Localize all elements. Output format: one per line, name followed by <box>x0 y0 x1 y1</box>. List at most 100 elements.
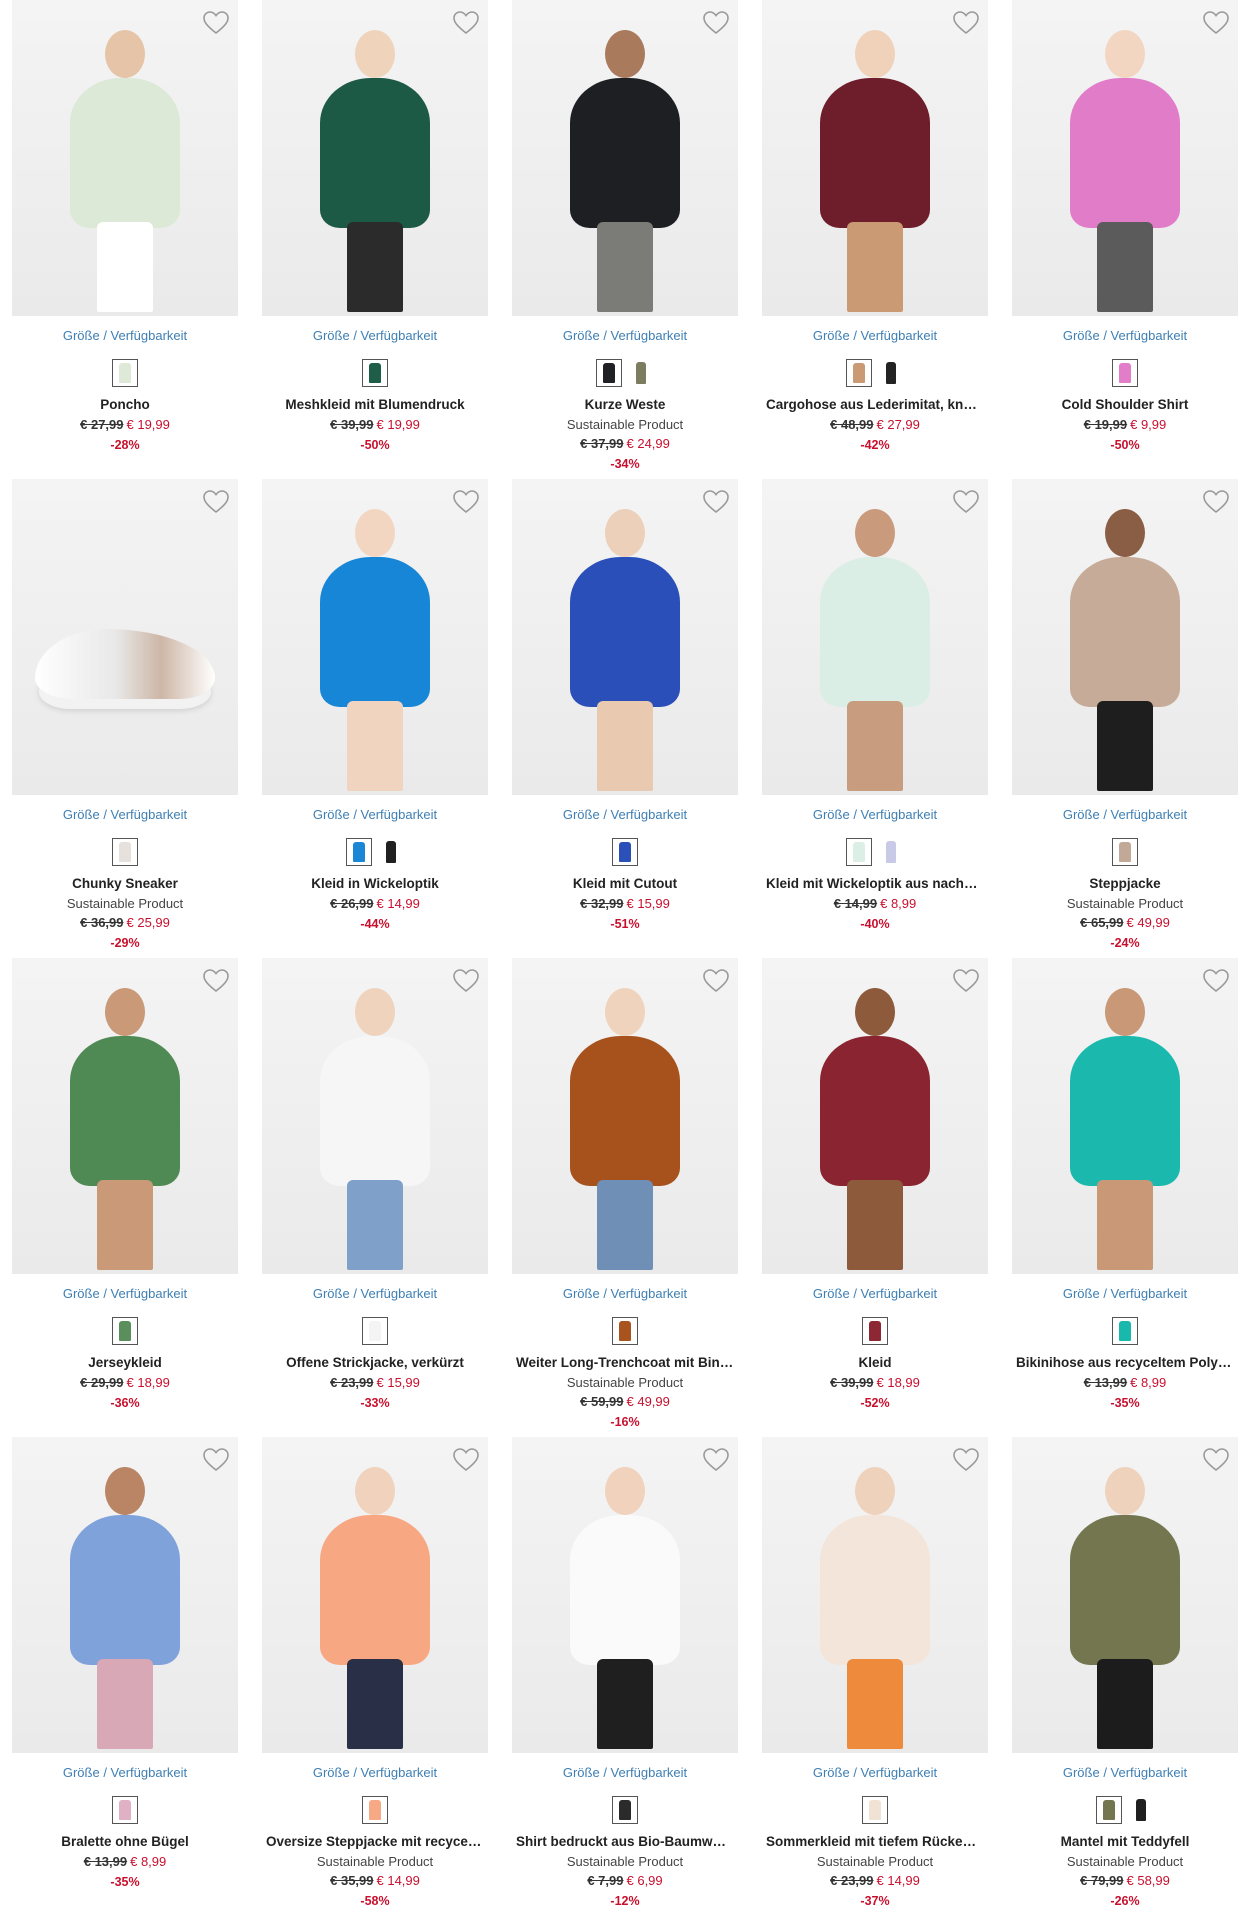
product-tile-16[interactable]: Größe / Verfügbarkeit Bralette ohne Büge… <box>12 1437 238 1916</box>
wishlist-heart-icon[interactable] <box>200 1445 232 1475</box>
product-image[interactable] <box>262 479 488 795</box>
wishlist-heart-icon[interactable] <box>1200 966 1232 996</box>
product-name[interactable]: Oversize Steppjacke mit recyceltem Polye… <box>262 1832 488 1852</box>
wishlist-heart-icon[interactable] <box>700 487 732 517</box>
product-name[interactable]: Steppjacke <box>1012 874 1238 894</box>
color-swatch[interactable] <box>862 1796 888 1824</box>
wishlist-heart-icon[interactable] <box>700 8 732 38</box>
size-availability-link[interactable]: Größe / Verfügbarkeit <box>1012 328 1238 344</box>
wishlist-heart-icon[interactable] <box>200 8 232 38</box>
product-name[interactable]: Bralette ohne Bügel <box>12 1832 238 1852</box>
size-availability-link[interactable]: Größe / Verfügbarkeit <box>512 1765 738 1781</box>
product-name[interactable]: Meshkleid mit Blumendruck <box>262 395 488 415</box>
product-name[interactable]: Sommerkleid mit tiefem Rückenausschnitt <box>762 1832 988 1852</box>
product-tile-9[interactable]: Größe / Verfügbarkeit Kleid mit Wickelop… <box>762 479 988 958</box>
color-swatch[interactable] <box>112 1796 138 1824</box>
product-tile-15[interactable]: Größe / Verfügbarkeit Bikinihose aus rec… <box>1012 958 1238 1437</box>
wishlist-heart-icon[interactable] <box>450 966 482 996</box>
product-tile-1[interactable]: Größe / Verfügbarkeit Poncho € 27,99 € 19… <box>12 0 238 479</box>
wishlist-heart-icon[interactable] <box>200 966 232 996</box>
color-swatch[interactable] <box>612 1317 638 1345</box>
color-swatch[interactable] <box>612 838 638 866</box>
product-tile-18[interactable]: Größe / Verfügbarkeit Shirt bedruckt aus… <box>512 1437 738 1916</box>
product-name[interactable]: Weiter Long-Trenchcoat mit Bindeband <box>512 1353 738 1373</box>
product-name[interactable]: Kleid in Wickeloptik <box>262 874 488 894</box>
product-name[interactable]: Poncho <box>12 395 238 415</box>
product-image[interactable] <box>512 958 738 1274</box>
wishlist-heart-icon[interactable] <box>950 1445 982 1475</box>
product-tile-6[interactable]: Größe / Verfügbarkeit Chunky Sneaker Sus… <box>12 479 238 958</box>
color-swatch[interactable] <box>1112 838 1138 866</box>
product-image[interactable] <box>762 479 988 795</box>
product-tile-13[interactable]: Größe / Verfügbarkeit Weiter Long-Trench… <box>512 958 738 1437</box>
wishlist-heart-icon[interactable] <box>700 966 732 996</box>
product-name[interactable]: Cold Shoulder Shirt <box>1012 395 1238 415</box>
product-image[interactable] <box>762 0 988 316</box>
product-image[interactable] <box>12 0 238 316</box>
color-swatch[interactable] <box>346 838 372 866</box>
color-swatch[interactable] <box>112 838 138 866</box>
color-swatch[interactable] <box>1112 1317 1138 1345</box>
color-swatch[interactable] <box>378 838 404 866</box>
product-tile-4[interactable]: Größe / Verfügbarkeit Cargohose aus Lede… <box>762 0 988 479</box>
color-swatch[interactable] <box>862 1317 888 1345</box>
product-tile-2[interactable]: Größe / Verfügbarkeit Meshkleid mit Blum… <box>262 0 488 479</box>
color-swatch[interactable] <box>1096 1796 1122 1824</box>
size-availability-link[interactable]: Größe / Verfügbarkeit <box>262 328 488 344</box>
size-availability-link[interactable]: Größe / Verfügbarkeit <box>762 328 988 344</box>
product-tile-3[interactable]: Größe / Verfügbarkeit Kurze Weste Sustai… <box>512 0 738 479</box>
product-name[interactable]: Bikinihose aus recyceltem Polyamid <box>1012 1353 1238 1373</box>
color-swatch[interactable] <box>596 359 622 387</box>
color-swatch[interactable] <box>878 838 904 866</box>
wishlist-heart-icon[interactable] <box>450 487 482 517</box>
size-availability-link[interactable]: Größe / Verfügbarkeit <box>512 328 738 344</box>
size-availability-link[interactable]: Größe / Verfügbarkeit <box>262 807 488 823</box>
product-name[interactable]: Shirt bedruckt aus Bio-Baumwolle <box>512 1832 738 1852</box>
size-availability-link[interactable]: Größe / Verfügbarkeit <box>512 1286 738 1302</box>
product-name[interactable]: Chunky Sneaker <box>12 874 238 894</box>
product-tile-7[interactable]: Größe / Verfügbarkeit Kleid in Wickelopt… <box>262 479 488 958</box>
color-swatch[interactable] <box>846 359 872 387</box>
color-swatch[interactable] <box>878 359 904 387</box>
product-tile-10[interactable]: Größe / Verfügbarkeit Steppjacke Sustain… <box>1012 479 1238 958</box>
product-image[interactable] <box>12 479 238 795</box>
color-swatch[interactable] <box>112 359 138 387</box>
wishlist-heart-icon[interactable] <box>950 8 982 38</box>
size-availability-link[interactable]: Größe / Verfügbarkeit <box>12 1286 238 1302</box>
product-image[interactable] <box>1012 479 1238 795</box>
size-availability-link[interactable]: Größe / Verfügbarkeit <box>1012 807 1238 823</box>
product-tile-11[interactable]: Größe / Verfügbarkeit Jerseykleid € 29,9… <box>12 958 238 1437</box>
wishlist-heart-icon[interactable] <box>700 1445 732 1475</box>
color-swatch[interactable] <box>112 1317 138 1345</box>
color-swatch[interactable] <box>362 1317 388 1345</box>
size-availability-link[interactable]: Größe / Verfügbarkeit <box>262 1765 488 1781</box>
size-availability-link[interactable]: Größe / Verfügbarkeit <box>12 807 238 823</box>
size-availability-link[interactable]: Größe / Verfügbarkeit <box>512 807 738 823</box>
product-image[interactable] <box>1012 1437 1238 1753</box>
color-swatch[interactable] <box>628 359 654 387</box>
product-tile-5[interactable]: Größe / Verfügbarkeit Cold Shoulder Shir… <box>1012 0 1238 479</box>
color-swatch[interactable] <box>362 359 388 387</box>
product-name[interactable]: Kleid mit Wickeloptik aus nachhaltiger V… <box>762 874 988 894</box>
size-availability-link[interactable]: Größe / Verfügbarkeit <box>1012 1765 1238 1781</box>
product-name[interactable]: Jerseykleid <box>12 1353 238 1373</box>
size-availability-link[interactable]: Größe / Verfügbarkeit <box>1012 1286 1238 1302</box>
color-swatch[interactable] <box>612 1796 638 1824</box>
product-name[interactable]: Offene Strickjacke, verkürzt <box>262 1353 488 1373</box>
product-tile-12[interactable]: Größe / Verfügbarkeit Offene Strickjacke… <box>262 958 488 1437</box>
wishlist-heart-icon[interactable] <box>1200 1445 1232 1475</box>
color-swatch[interactable] <box>846 838 872 866</box>
product-image[interactable] <box>512 1437 738 1753</box>
color-swatch[interactable] <box>362 1796 388 1824</box>
wishlist-heart-icon[interactable] <box>1200 487 1232 517</box>
product-tile-8[interactable]: Größe / Verfügbarkeit Kleid mit Cutout €… <box>512 479 738 958</box>
product-image[interactable] <box>762 1437 988 1753</box>
product-tile-20[interactable]: Größe / Verfügbarkeit Mantel mit Teddyfe… <box>1012 1437 1238 1916</box>
product-tile-17[interactable]: Größe / Verfügbarkeit Oversize Steppjack… <box>262 1437 488 1916</box>
size-availability-link[interactable]: Größe / Verfügbarkeit <box>12 1765 238 1781</box>
product-name[interactable]: Mantel mit Teddyfell <box>1012 1832 1238 1852</box>
color-swatch[interactable] <box>1128 1796 1154 1824</box>
product-image[interactable] <box>1012 958 1238 1274</box>
product-image[interactable] <box>762 958 988 1274</box>
product-image[interactable] <box>12 958 238 1274</box>
